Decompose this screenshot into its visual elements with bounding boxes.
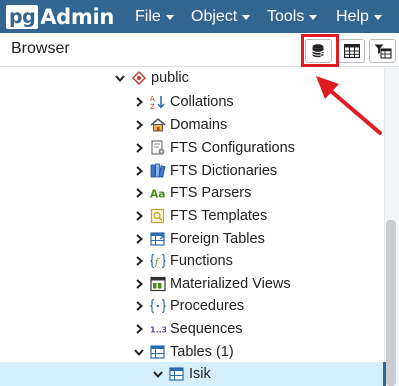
browser-panel-header: Browser: [0, 33, 399, 67]
tree-node-fts-dictionaries[interactable]: FTS Dictionaries: [132, 160, 277, 182]
tree-node-functions[interactable]: f Functions: [132, 250, 233, 272]
tree-node-label: FTS Templates: [170, 208, 268, 224]
sequence-icon: 1..3: [150, 321, 166, 337]
function-icon: f: [150, 253, 166, 269]
menu-help-label: Help: [336, 7, 369, 25]
selection-edge-marker: [383, 362, 386, 386]
tables-icon: [150, 344, 166, 360]
chevron-right-icon[interactable]: [132, 322, 146, 336]
tree-node-label: Functions: [170, 253, 233, 269]
logo-pg: pg: [6, 5, 39, 29]
tree-node-foreign-tables[interactable]: Foreign Tables: [132, 228, 265, 250]
tree-node-label: FTS Configurations: [170, 140, 295, 156]
tree-node-label: public: [151, 70, 189, 86]
tree-node-materialized-views[interactable]: Materialized Views: [132, 273, 291, 295]
fts-template-icon: [150, 208, 166, 224]
chevron-right-icon[interactable]: [132, 299, 146, 313]
tree-node-public[interactable]: public: [113, 67, 189, 89]
tree-node-label: Sequences: [170, 321, 243, 337]
svg-text:A: A: [150, 95, 155, 103]
domain-icon: [150, 117, 166, 133]
chevron-down-icon: [242, 15, 251, 20]
chevron-right-icon[interactable]: [132, 277, 146, 291]
tree-node-fts-configurations[interactable]: FTS Configurations: [132, 137, 295, 159]
logo-admin: Admin: [40, 5, 115, 29]
view-data-button[interactable]: [338, 39, 365, 63]
foreign-table-icon: [150, 231, 166, 247]
tree-node-fts-templates[interactable]: FTS Templates: [132, 205, 267, 227]
chevron-right-icon[interactable]: [132, 254, 146, 268]
chevron-down-icon: [165, 15, 174, 20]
menu-object[interactable]: Object: [191, 0, 251, 33]
procedure-icon: [150, 298, 166, 314]
chevron-down-icon: [373, 15, 382, 20]
svg-text:Aa: Aa: [150, 187, 165, 200]
tree-node-label: Domains: [170, 117, 228, 133]
scrollbar-thumb[interactable]: [386, 220, 396, 386]
materialized-view-icon: [150, 276, 166, 292]
tree-node-collations[interactable]: AZ Collations: [132, 91, 234, 113]
tree-node-procedures[interactable]: Procedures: [132, 295, 244, 317]
database-query-icon: [311, 44, 326, 58]
tree-node-fts-parsers[interactable]: Aa FTS Parsers: [132, 182, 251, 204]
chevron-down-icon[interactable]: [113, 71, 127, 85]
tree-node-sequences[interactable]: 1..3 Sequences: [132, 318, 243, 340]
chevron-down-icon[interactable]: [151, 367, 165, 381]
tree-node-label: Materialized Views: [170, 276, 291, 292]
fts-dictionary-icon: [150, 163, 166, 179]
menu-file-label: File: [135, 7, 161, 25]
table-grid-icon: [343, 44, 360, 58]
tree-node-label: Isik: [189, 366, 211, 382]
chevron-down-icon: [309, 15, 318, 20]
chevron-right-icon[interactable]: [132, 118, 146, 132]
schema-icon: [131, 70, 147, 86]
tree-node-label: Collations: [170, 94, 234, 110]
tree-node-label: Procedures: [170, 298, 245, 314]
tree-node-tables[interactable]: Tables (1): [132, 341, 234, 363]
table-icon: [169, 366, 185, 382]
chevron-right-icon[interactable]: [132, 209, 146, 223]
menu-file[interactable]: File: [135, 0, 174, 33]
filter-table-icon: [374, 44, 392, 59]
pgadmin-logo[interactable]: pg Admin: [6, 4, 114, 30]
top-navbar: pg Admin File Object Tools Help: [0, 0, 399, 33]
tree-node-label: Foreign Tables: [170, 231, 265, 247]
chevron-down-icon[interactable]: [132, 345, 146, 359]
menu-object-label: Object: [191, 7, 238, 25]
menu-help[interactable]: Help: [336, 0, 382, 33]
tree-node-isik[interactable]: Isik: [151, 363, 211, 385]
tree-node-label: FTS Dictionaries: [170, 163, 278, 179]
filtered-rows-button[interactable]: [369, 39, 396, 63]
tree-node-label: Tables (1): [170, 344, 234, 360]
svg-text:1..3: 1..3: [150, 326, 166, 335]
chevron-right-icon[interactable]: [132, 164, 146, 178]
menu-tools-label: Tools: [267, 7, 305, 25]
tree-node-domains[interactable]: Domains: [132, 114, 227, 136]
query-tool-button[interactable]: [305, 39, 332, 63]
chevron-right-icon[interactable]: [132, 232, 146, 246]
svg-text:Z: Z: [150, 103, 155, 110]
tree-node-label: FTS Parsers: [170, 185, 252, 201]
chevron-right-icon[interactable]: [132, 95, 146, 109]
chevron-right-icon[interactable]: [132, 141, 146, 155]
collation-icon: AZ: [150, 94, 166, 110]
fts-configuration-icon: [150, 140, 166, 156]
svg-text:f: f: [154, 258, 160, 268]
menu-tools[interactable]: Tools: [267, 0, 318, 33]
chevron-right-icon[interactable]: [132, 186, 146, 200]
fts-parser-icon: Aa: [150, 185, 166, 201]
browser-title: Browser: [11, 40, 70, 57]
